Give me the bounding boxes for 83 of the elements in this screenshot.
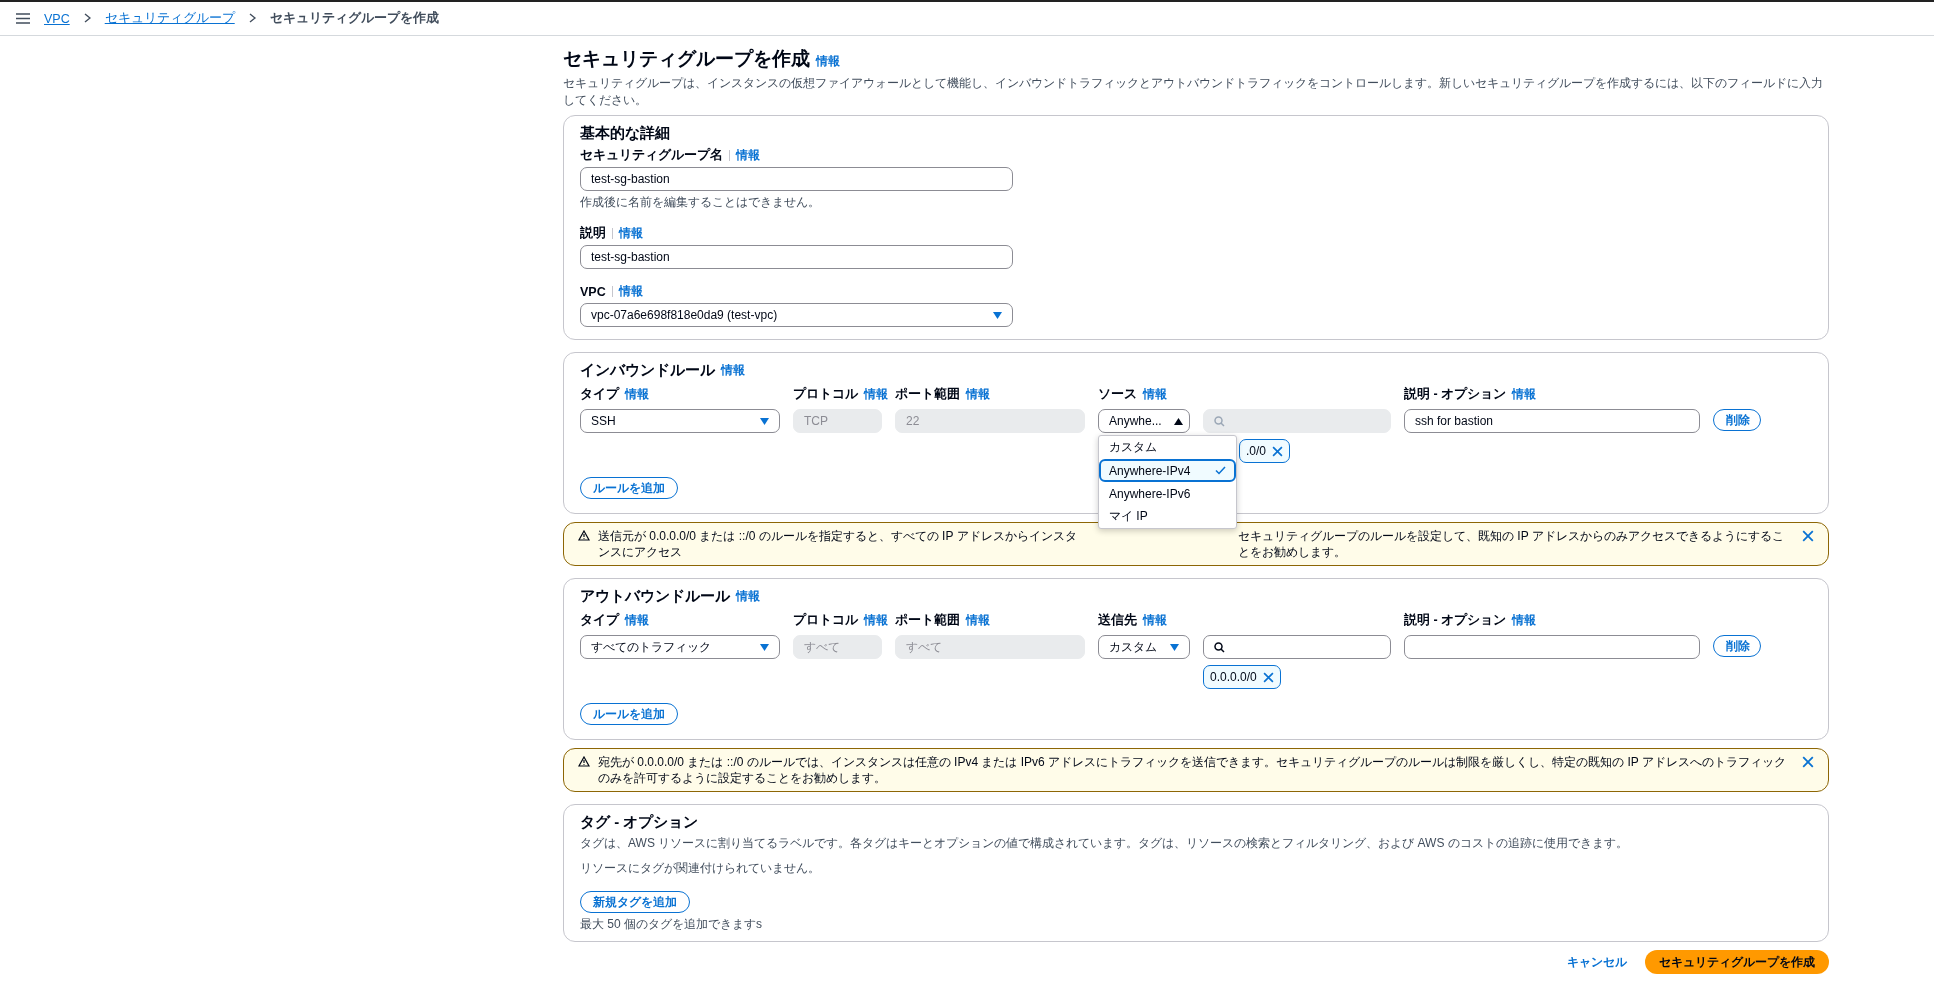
search-icon xyxy=(1214,641,1225,653)
add-tag-button[interactable]: 新規タグを追加 xyxy=(580,891,690,913)
menu-option[interactable]: Anywhere-IPv6 xyxy=(1099,482,1236,505)
info-link[interactable]: 情報 xyxy=(1143,386,1167,403)
create-button[interactable]: セキュリティグループを作成 xyxy=(1645,950,1829,974)
cancel-link[interactable]: キャンセル xyxy=(1567,953,1627,971)
page-description: セキュリティグループは、インスタンスの仮想ファイアウォールとして機能し、インバウンドトラフィックとアウトバウンドトラフィックをコントロールします。新しいセキュリティグループを作成するには、以下のフィールドに入力してください。 xyxy=(563,75,1824,109)
column-label: ソース xyxy=(1098,386,1137,403)
text-field[interactable]: test-sg-bastion xyxy=(580,245,1013,269)
type-select[interactable]: SSH xyxy=(580,409,780,433)
column-label: タイプ xyxy=(580,612,619,629)
cidr-token: 0.0.0.0/0 xyxy=(1203,665,1281,689)
column-label: 説明 - オプション xyxy=(1404,386,1507,403)
description-field[interactable]: ssh for bastion xyxy=(1404,409,1700,433)
close-icon[interactable] xyxy=(1262,671,1274,683)
breadcrumb-link[interactable]: セキュリティグループ xyxy=(104,10,235,27)
warning-icon xyxy=(578,756,590,767)
search-field[interactable] xyxy=(1203,635,1391,659)
column-label: プロトコル xyxy=(793,386,858,403)
info-link[interactable]: 情報 xyxy=(966,386,990,403)
close-icon[interactable] xyxy=(1272,445,1283,457)
column-label: 送信先 xyxy=(1098,612,1137,629)
caret-icon xyxy=(760,643,769,651)
info-link[interactable]: 情報 xyxy=(625,386,649,403)
caret-icon xyxy=(760,417,769,425)
info-link[interactable]: 情報 xyxy=(721,362,745,379)
menu-option[interactable]: Anywhere-IPv4 xyxy=(1099,459,1236,482)
source-select[interactable]: Anywhe... xyxy=(1098,409,1190,433)
breadcrumb-link[interactable]: VPC xyxy=(44,11,70,26)
search-icon xyxy=(1214,415,1225,427)
text-field[interactable]: test-sg-bastion xyxy=(580,167,1013,191)
caret-icon xyxy=(1170,643,1179,651)
tags-description: タグは、AWS リソースに割り当てるラベルです。各タグはキーとオプションの値で構成されています。タグは、リソースの検索とフィルタリング、および AWS のコストの追跡に使用できます。 xyxy=(580,835,1629,852)
info-link[interactable]: 情報 xyxy=(619,225,643,242)
field-label: 説明 xyxy=(580,225,606,242)
source-select[interactable]: カスタム xyxy=(1098,635,1190,659)
info-link[interactable]: 情報 xyxy=(1143,612,1167,629)
info-link[interactable]: 情報 xyxy=(1512,386,1537,403)
add-rule-button[interactable]: ルールを追加 xyxy=(580,703,678,725)
info-link[interactable]: 情報 xyxy=(625,612,649,629)
delete-button[interactable]: 削除 xyxy=(1713,635,1761,657)
menu-option[interactable]: マイ IP xyxy=(1099,505,1236,528)
caret-icon xyxy=(993,311,1002,319)
empty-tags-note: リソースにタグが関連付けられていません。 xyxy=(580,860,821,877)
section-heading: アウトバウンドルール xyxy=(580,587,730,606)
info-link[interactable]: 情報 xyxy=(864,612,888,629)
field-label: VPC xyxy=(580,284,606,299)
info-link[interactable]: 情報 xyxy=(864,386,888,403)
column-label: プロトコル xyxy=(793,612,858,629)
info-link[interactable]: 情報 xyxy=(618,283,643,300)
section-heading: タグ - オプション xyxy=(580,813,700,832)
close-icon[interactable] xyxy=(1802,756,1814,768)
section-heading: 基本的な詳細 xyxy=(580,124,671,143)
column-label: 説明 - オプション xyxy=(1404,612,1507,629)
warning-icon xyxy=(578,530,590,541)
field-hint: 作成後に名前を編集することはできません。 xyxy=(580,194,821,211)
warning-text: 送信元が 0.0.0.0/0 または ::/0 のルールを指定すると、すべての IP アドレスからインスタンスにアクセス xyxy=(598,528,1078,560)
section-heading: インバウンドルール xyxy=(580,361,715,380)
warning-text: セキュリティグループのルールを設定して、既知の IP アドレスからのみアクセスできるようにすることをお勧めします。 xyxy=(1238,528,1785,560)
tag-limit-note: 最大 50 個のタグを追加できますs xyxy=(580,916,763,933)
menu-icon[interactable] xyxy=(16,13,30,24)
caret-icon xyxy=(1173,417,1183,425)
field-label: セキュリティグループ名 xyxy=(580,147,723,164)
info-link[interactable]: 情報 xyxy=(816,53,840,70)
menu-option[interactable]: カスタム xyxy=(1099,436,1236,459)
vpc-select[interactable]: vpc-07a6e698f818e0da9 (test-vpc) xyxy=(580,303,1013,327)
info-link[interactable]: 情報 xyxy=(1512,612,1537,629)
add-rule-button[interactable]: ルールを追加 xyxy=(580,477,678,499)
info-link[interactable]: 情報 xyxy=(736,147,760,164)
column-label: ポート範囲 xyxy=(895,612,960,629)
description-field[interactable] xyxy=(1404,635,1700,659)
check-icon xyxy=(1215,466,1226,475)
column-label: ポート範囲 xyxy=(895,386,960,403)
delete-button[interactable]: 削除 xyxy=(1713,409,1761,431)
breadcrumb-current: セキュリティグループを作成 xyxy=(269,10,439,27)
column-label: タイプ xyxy=(580,386,619,403)
info-link[interactable]: 情報 xyxy=(736,588,760,605)
type-select[interactable]: すべてのトラフィック xyxy=(580,635,780,659)
cidr-token: .0/0 xyxy=(1239,439,1290,463)
warning-text: 宛先が 0.0.0.0/0 または ::/0 のルールでは、インスタンスは任意の IPv4 または IPv6 アドレスにトラフィックを送信できます。セキュリティグループのルールは制限を厳しくし、特定の既知の IP アドレスへのトラフィックのみを許可するように設定することをお勧めします。 xyxy=(598,754,1787,786)
page-title: セキュリティグループを作成 xyxy=(563,47,810,71)
info-link[interactable]: 情報 xyxy=(966,612,990,629)
close-icon[interactable] xyxy=(1802,530,1814,542)
